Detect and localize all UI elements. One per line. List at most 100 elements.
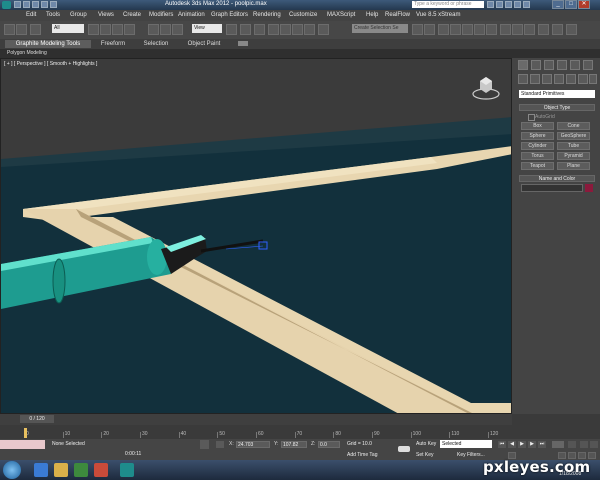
track-bar[interactable] (0, 425, 500, 439)
menu-vue-xstream[interactable]: Vue 8.5 xStream (416, 12, 460, 18)
maxscript-listener[interactable] (0, 440, 45, 449)
plane-button[interactable]: Plane (557, 162, 590, 170)
perspective-viewport[interactable] (0, 58, 512, 414)
menu-realflow[interactable]: RealFlow (385, 12, 410, 18)
keyboard-shortcut-icon[interactable] (254, 24, 265, 35)
select-manipulate-icon[interactable] (240, 24, 251, 35)
menu-animation[interactable]: Animation (178, 12, 205, 18)
link-icon[interactable] (30, 24, 41, 35)
redo-icon[interactable] (50, 1, 57, 8)
edit-named-selection-icon[interactable] (318, 24, 329, 35)
zoom-all-icon[interactable] (580, 441, 588, 448)
render-setup-icon[interactable] (500, 24, 511, 35)
previous-frame-icon[interactable]: ◀ (508, 441, 516, 448)
cameras-icon[interactable] (554, 74, 564, 84)
open-file-icon[interactable] (23, 1, 30, 8)
maximize-button[interactable]: □ (565, 0, 577, 9)
selection-filter-dropdown[interactable]: All (52, 24, 84, 33)
geosphere-button[interactable]: GeoSphere (557, 132, 590, 140)
key-mode-dropdown[interactable]: Selected (440, 440, 492, 448)
tab-freeform[interactable]: Freeform (95, 40, 131, 48)
viewcube-icon[interactable] (471, 72, 501, 102)
zoom-icon[interactable] (568, 441, 576, 448)
align-icon[interactable] (424, 24, 435, 35)
menu-graph-editors[interactable]: Graph Editors (211, 12, 248, 18)
tab-graphite-modeling-tools[interactable]: Graphite Modeling Tools (5, 40, 91, 48)
media-player-icon[interactable] (94, 463, 108, 477)
primitive-type-dropdown[interactable]: Standard Primitives (519, 90, 595, 98)
time-slider-thumb[interactable]: 0 / 120 (20, 415, 54, 423)
schematic-view-icon[interactable] (474, 24, 485, 35)
next-frame-icon[interactable]: ▶ (528, 441, 536, 448)
close-button[interactable]: ✕ (578, 0, 590, 9)
region-select-icon[interactable] (112, 24, 123, 35)
tab-selection[interactable]: Selection (138, 40, 174, 48)
search-input[interactable]: Type a keyword or phrase (412, 1, 484, 8)
rendered-frame-icon[interactable] (512, 24, 523, 35)
menu-customize[interactable]: Customize (289, 12, 317, 18)
key-filters-button[interactable]: Key Filters... (457, 452, 485, 458)
z-coord-field[interactable]: 0.0 (318, 441, 340, 448)
menu-rendering[interactable]: Rendering (253, 12, 281, 18)
go-to-start-icon[interactable]: ⏮ (498, 441, 506, 448)
time-slider[interactable] (0, 414, 512, 425)
menu-edit[interactable]: Edit (26, 12, 36, 18)
go-to-end-icon[interactable]: ⏭ (538, 441, 546, 448)
auto-key-button[interactable]: Auto Key (416, 441, 436, 447)
geometry-icon[interactable] (518, 74, 528, 84)
curve-editor-icon[interactable] (462, 24, 473, 35)
motion-tab-icon[interactable] (557, 60, 567, 70)
ie-icon[interactable] (34, 463, 48, 477)
new-file-icon[interactable] (14, 1, 21, 8)
minimize-button[interactable]: _ (552, 0, 564, 9)
media-icon[interactable] (74, 463, 88, 477)
modify-tab-icon[interactable] (531, 60, 541, 70)
pyramid-button[interactable]: Pyramid (557, 152, 590, 160)
shapes-icon[interactable] (530, 74, 540, 84)
material-editor-icon[interactable] (486, 24, 497, 35)
rotate-icon[interactable] (160, 24, 171, 35)
object-color-swatch[interactable] (585, 184, 593, 192)
absolute-mode-icon[interactable] (216, 441, 224, 448)
3dsmax-taskbar-icon[interactable] (120, 463, 134, 477)
menu-help[interactable]: Help (366, 12, 378, 18)
systems-icon[interactable] (589, 74, 597, 84)
select-by-name-icon[interactable] (100, 24, 111, 35)
ribbon-minimize-icon[interactable] (238, 41, 248, 46)
menu-maxscript[interactable]: MAXScript (327, 12, 355, 18)
tube-button[interactable]: Tube (557, 142, 590, 150)
set-key-button[interactable]: Set Key (416, 452, 434, 458)
undo-tool-icon[interactable] (4, 24, 15, 35)
render-production-icon[interactable] (524, 24, 535, 35)
teapot-render-icon[interactable] (538, 24, 549, 35)
menu-tools[interactable]: Tools (46, 12, 60, 18)
favorites-icon[interactable] (514, 1, 521, 8)
percent-snap-icon[interactable] (292, 24, 303, 35)
scale-icon[interactable] (172, 24, 183, 35)
menu-create[interactable]: Create (123, 12, 141, 18)
tab-object-paint[interactable]: Object Paint (182, 40, 226, 48)
graphite-toggle-icon[interactable] (450, 24, 461, 35)
hierarchy-tab-icon[interactable] (544, 60, 554, 70)
helpers-icon[interactable] (566, 74, 576, 84)
cone-button[interactable]: Cone (557, 122, 590, 130)
sphere-button[interactable]: Sphere (521, 132, 554, 140)
help-icon[interactable] (523, 1, 530, 8)
play-icon[interactable]: ▶ (518, 441, 526, 448)
render-iterative-icon[interactable] (566, 24, 577, 35)
name-and-color-rollout[interactable]: Name and Color (519, 175, 595, 182)
object-name-field[interactable] (521, 184, 583, 192)
spinner-snap-icon[interactable] (304, 24, 315, 35)
x-coord-field[interactable]: 24.703 (236, 441, 270, 448)
viewport-label[interactable]: [ + ] [ Perspective ] [ Smooth + Highlig… (4, 61, 97, 67)
subscription-icon[interactable] (496, 1, 503, 8)
menu-group[interactable]: Group (70, 12, 87, 18)
object-type-rollout[interactable]: Object Type (519, 104, 595, 111)
search-icon[interactable] (487, 1, 494, 8)
autogrid-checkbox[interactable] (528, 114, 535, 121)
add-time-tag[interactable]: Add Time Tag (347, 452, 377, 458)
undo-icon[interactable] (41, 1, 48, 8)
move-icon[interactable] (148, 24, 159, 35)
utilities-tab-icon[interactable] (583, 60, 593, 70)
menu-views[interactable]: Views (98, 12, 114, 18)
